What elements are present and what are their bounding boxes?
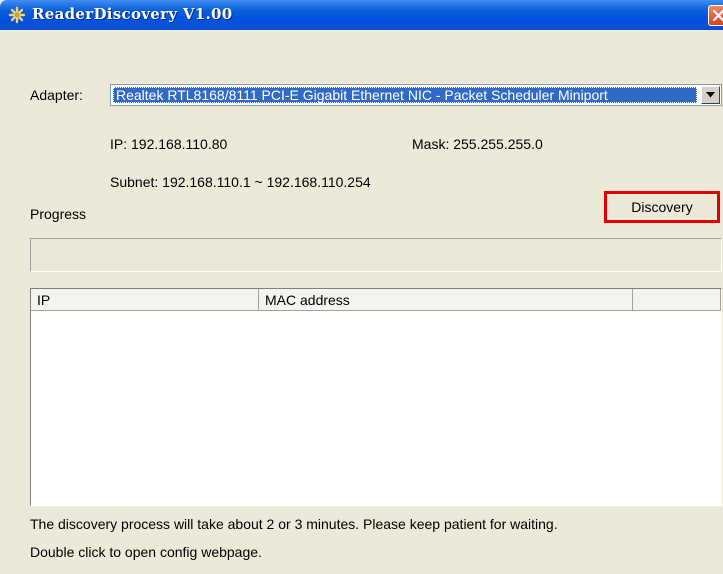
progress-label: Progress: [30, 206, 87, 222]
results-table[interactable]: IP MAC address: [30, 288, 722, 506]
close-icon: [712, 9, 723, 22]
column-header-ip[interactable]: IP: [31, 289, 259, 311]
chevron-down-icon: [706, 92, 715, 98]
column-header-mac[interactable]: MAC address: [259, 289, 633, 311]
progress-bar: [30, 238, 722, 272]
window-title: ReaderDiscovery V1.00: [32, 5, 233, 23]
ip-text: IP: 192.168.110.80: [110, 136, 228, 152]
results-table-header: IP MAC address: [31, 289, 721, 311]
title-bar[interactable]: ReaderDiscovery V1.00: [0, 0, 723, 30]
subnet-text: Subnet: 192.168.110.1 ~ 192.168.110.254: [110, 174, 371, 190]
column-header-extra[interactable]: [633, 289, 721, 311]
mask-text: Mask: 255.255.255.0: [412, 136, 543, 152]
adapter-select[interactable]: Realtek RTL8168/8111 PCI-E Gigabit Ether…: [110, 84, 722, 106]
adapter-label: Adapter:: [30, 87, 83, 103]
discovery-button[interactable]: Discovery: [604, 191, 720, 223]
close-button[interactable]: [708, 5, 723, 26]
adapter-selected-value: Realtek RTL8168/8111 PCI-E Gigabit Ether…: [113, 87, 697, 103]
network-icon: [8, 6, 26, 24]
reader-discovery-window: ReaderDiscovery V1.00 Adapter: Realtek R…: [0, 0, 723, 574]
discovery-hint: The discovery process will take about 2 …: [30, 516, 558, 532]
double-click-hint: Double click to open config webpage.: [30, 544, 262, 560]
adapter-dropdown-button[interactable]: [701, 86, 720, 104]
